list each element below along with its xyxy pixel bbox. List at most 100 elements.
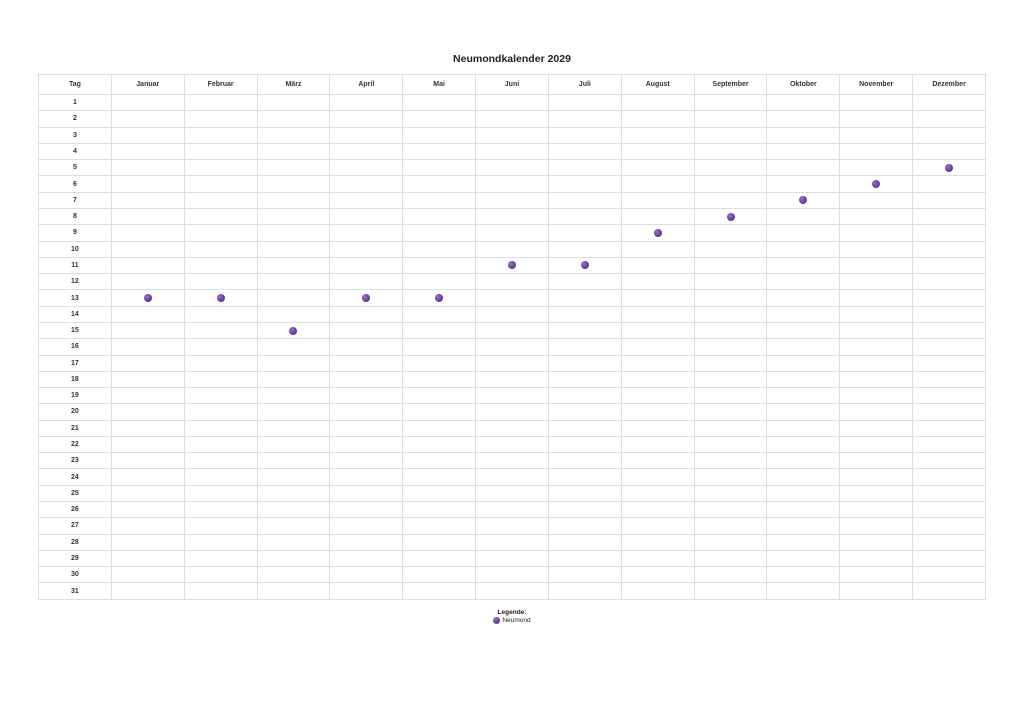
day-number: 11 xyxy=(38,256,112,275)
calendar-cell xyxy=(110,582,185,600)
new-moon-icon xyxy=(143,294,152,303)
calendar-cell xyxy=(693,240,768,258)
calendar-cell xyxy=(693,501,768,519)
calendar-cell xyxy=(620,93,695,112)
calendar-cell xyxy=(475,501,549,519)
day-number: 29 xyxy=(38,549,112,568)
calendar-cell xyxy=(475,142,549,161)
calendar-cell xyxy=(693,403,768,421)
calendar-cell xyxy=(256,207,331,226)
table-row: 7 xyxy=(38,191,986,209)
page-title: Neumondkalender 2029 xyxy=(453,53,571,65)
new-moon-icon xyxy=(945,163,954,172)
calendar-cell xyxy=(402,582,477,600)
calendar-cell xyxy=(329,338,404,356)
calendar-cell xyxy=(402,142,477,161)
calendar-cell xyxy=(547,419,622,437)
calendar-cell xyxy=(110,240,185,258)
calendar-cell xyxy=(693,175,768,193)
calendar-cell xyxy=(766,175,841,193)
calendar-cell xyxy=(183,370,258,389)
calendar-cell xyxy=(256,549,331,568)
calendar-cell xyxy=(620,321,695,340)
calendar-cell xyxy=(475,93,549,112)
calendar-cell xyxy=(183,207,258,226)
calendar-cell xyxy=(839,435,914,454)
calendar-cell xyxy=(620,338,695,356)
calendar-cell xyxy=(110,126,185,144)
calendar-cell xyxy=(475,484,549,503)
calendar-cell xyxy=(693,370,768,389)
calendar-cell xyxy=(402,256,477,275)
calendar-cell xyxy=(839,452,914,470)
calendar-cell xyxy=(620,354,695,372)
column-header-month: Januar xyxy=(110,74,185,95)
column-header-month: Oktober xyxy=(766,74,841,95)
calendar-cell xyxy=(766,191,841,209)
calendar-cell xyxy=(766,419,841,437)
calendar-cell xyxy=(329,468,404,486)
calendar-cell xyxy=(620,370,695,389)
calendar-cell xyxy=(620,566,695,584)
calendar-cell xyxy=(402,240,477,258)
calendar-cell xyxy=(329,191,404,209)
calendar-cell xyxy=(402,419,477,437)
calendar-cell xyxy=(402,435,477,454)
calendar-cell xyxy=(329,370,404,389)
calendar-cell xyxy=(402,305,477,323)
table-row: 24 xyxy=(38,468,986,486)
calendar-cell xyxy=(547,338,622,356)
calendar-cell xyxy=(693,549,768,568)
calendar-cell xyxy=(329,354,404,372)
calendar-cell xyxy=(547,273,622,291)
calendar-cell xyxy=(256,191,331,209)
calendar-cell xyxy=(547,93,622,112)
calendar-cell xyxy=(620,305,695,323)
calendar-cell xyxy=(766,93,841,112)
legend-item-label: Neumond xyxy=(502,617,531,625)
day-number: 18 xyxy=(38,370,112,389)
calendar-cell xyxy=(839,517,914,535)
calendar-cell xyxy=(839,240,914,258)
calendar-cell xyxy=(839,566,914,584)
day-number: 7 xyxy=(38,191,112,209)
calendar-cell xyxy=(766,126,841,144)
calendar-cell xyxy=(329,435,404,454)
calendar-cell xyxy=(183,468,258,486)
table-row: 8 xyxy=(38,207,986,226)
calendar-cell xyxy=(766,452,841,470)
calendar-cell xyxy=(547,126,622,144)
calendar-cell xyxy=(402,207,477,226)
calendar-cell xyxy=(912,387,986,405)
calendar-cell xyxy=(183,354,258,372)
calendar-cell xyxy=(547,159,622,177)
calendar-cell xyxy=(766,338,841,356)
calendar-cell xyxy=(475,517,549,535)
calendar-cell xyxy=(766,207,841,226)
calendar-cell xyxy=(475,403,549,421)
calendar-cell xyxy=(329,549,404,568)
calendar-cell xyxy=(475,207,549,226)
calendar-cell xyxy=(183,566,258,584)
table-row: 14 xyxy=(38,305,986,323)
calendar-cell xyxy=(912,533,986,551)
day-number: 6 xyxy=(38,175,112,193)
calendar-cell xyxy=(839,501,914,519)
calendar-cell xyxy=(402,549,477,568)
calendar-cell xyxy=(256,582,331,600)
column-header-day: Tag xyxy=(38,74,112,95)
calendar-cell xyxy=(402,387,477,405)
calendar-cell xyxy=(766,289,841,307)
column-header-month: Februar xyxy=(183,74,258,95)
calendar-cell xyxy=(402,533,477,551)
legend-item: Neumond xyxy=(0,617,1024,624)
calendar-cell xyxy=(693,484,768,503)
calendar-cell xyxy=(839,289,914,307)
calendar-cell xyxy=(912,207,986,226)
calendar-cell xyxy=(110,93,185,112)
calendar-cell xyxy=(839,224,914,242)
calendar-cell xyxy=(183,517,258,535)
calendar-cell xyxy=(693,126,768,144)
calendar-cell xyxy=(110,338,185,356)
table-row: 22 xyxy=(38,435,986,454)
